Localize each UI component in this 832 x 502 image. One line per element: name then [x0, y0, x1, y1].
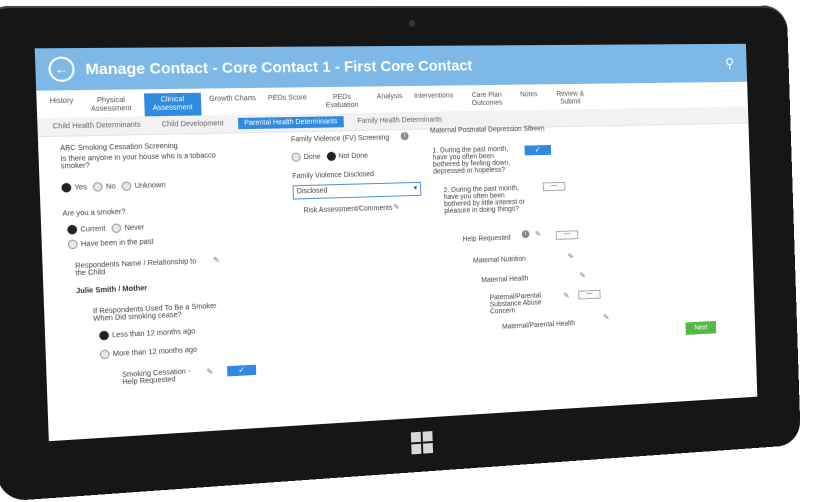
respondent-label: Respondents Name / Relationship to the C… — [75, 258, 203, 277]
fv-disclosed-label: Family Violence Disclosed — [292, 171, 374, 180]
depression-q1: 1. During the past month, have you often… — [432, 146, 519, 176]
help-requested-label: Smoking Cessation - Help Requested — [122, 368, 196, 387]
risk-label: Risk Assessment/Comments — [303, 205, 392, 215]
tab-notes[interactable]: Notes — [516, 88, 542, 110]
radio-current[interactable] — [67, 225, 77, 235]
radio-not-done[interactable] — [326, 152, 335, 161]
help-toggle-button[interactable]: — — [556, 230, 579, 240]
subtab-parental-health[interactable]: Parental Health Determinants — [238, 116, 344, 129]
q2-text: Are you a smoker? — [62, 209, 125, 218]
tab-growth-charts[interactable]: Growth Charts — [205, 92, 261, 115]
tab-review-submit[interactable]: Review & Submit — [545, 88, 596, 110]
q2-toggle-button[interactable]: — — [543, 182, 566, 191]
back-arrow-icon[interactable]: ← — [48, 56, 75, 82]
maternal-health-label: Maternal Health — [481, 275, 528, 284]
subtab-family-health[interactable]: Family Health Determinants — [351, 114, 448, 127]
fv-screening-label: Family Violence (FV) Screening — [291, 134, 390, 143]
subtab-child-development[interactable]: Child Development — [155, 118, 230, 131]
edit-pencil-icon[interactable]: ✎ — [579, 271, 586, 280]
radio-done-label: Done — [304, 153, 321, 160]
q2-option-past: Have been in the past — [68, 237, 154, 249]
radio-unknown[interactable] — [122, 181, 132, 191]
radio-no-label: No — [106, 183, 116, 191]
edit-pencil-icon[interactable]: ✎ — [603, 313, 609, 322]
help-requested-label: Help Requested — [463, 235, 511, 244]
radio-less-12[interactable] — [99, 331, 109, 341]
parental-health-label: Maternal/Parental Health — [502, 320, 575, 330]
radio-yes-label: Yes — [74, 184, 87, 192]
radio-past[interactable] — [68, 240, 78, 250]
tab-peds-score[interactable]: PEDs Score — [264, 91, 312, 114]
q1-options: Yes No Unknown — [61, 180, 165, 192]
info-icon[interactable]: i — [522, 230, 530, 238]
tab-interventions[interactable]: Interventions — [410, 89, 458, 112]
radio-not-done-label: Not Done — [338, 152, 368, 160]
tab-physical-assessment[interactable]: Physical Assessment — [82, 94, 141, 118]
subtab-child-health[interactable]: Child Health Determinants — [46, 119, 147, 132]
camera-icon — [409, 20, 416, 27]
tab-history[interactable]: History — [45, 94, 78, 118]
chevron-down-icon: ▾ — [414, 183, 418, 195]
radio-never-label: Never — [124, 224, 144, 232]
edit-pencil-icon[interactable]: ✎ — [206, 367, 213, 377]
substance-abuse-label: Paternal/Parental Substance Abuse Concer… — [490, 291, 566, 315]
q3-option-less: Less than 12 months ago — [99, 327, 195, 341]
radio-current-label: Current — [80, 225, 105, 233]
fv-disclosed-select[interactable]: Disclosed ▾ — [293, 182, 422, 200]
radio-more-12-label: More than 12 months ago — [113, 346, 198, 358]
radio-yes[interactable] — [61, 183, 71, 193]
tab-clinical-assessment[interactable]: Clinical Assessment — [144, 93, 202, 117]
respondent-value: Julie Smith / Mother — [76, 285, 147, 295]
radio-never[interactable] — [112, 223, 122, 233]
page-title: Manage Contact - Core Contact 1 - First … — [85, 55, 725, 78]
substance-toggle-button[interactable]: — — [578, 290, 601, 300]
radio-no[interactable] — [93, 182, 103, 192]
q1-check-button[interactable]: ✓ — [524, 145, 551, 155]
tab-peds-evaluation[interactable]: PEDs Evaluation — [315, 91, 370, 114]
info-icon[interactable]: i — [401, 132, 409, 140]
tab-care-plan-outcomes[interactable]: Care Plan Outcomes — [461, 89, 513, 112]
radio-unknown-label: Unknown — [135, 182, 166, 190]
radio-less-12-label: Less than 12 months ago — [112, 328, 195, 339]
radio-done[interactable] — [291, 153, 300, 162]
windows-logo-icon[interactable] — [411, 431, 433, 454]
q2-options: Current Never — [67, 223, 144, 235]
fv-options: Done Not Done — [291, 151, 368, 162]
q1-title: ABC Smoking Cessation Screening — [60, 142, 219, 153]
search-icon[interactable]: ⚲ — [725, 55, 735, 71]
tablet-device: ← Manage Contact - Core Contact 1 - Firs… — [0, 6, 801, 502]
radio-past-label: Have been in the past — [81, 238, 154, 248]
edit-pencil-icon[interactable]: ✎ — [393, 202, 400, 211]
help-check-button[interactable]: ✓ — [227, 365, 256, 377]
next-button[interactable]: Next — [685, 321, 716, 335]
edit-pencil-icon[interactable]: ✎ — [563, 291, 570, 300]
edit-pencil-icon[interactable]: ✎ — [213, 255, 220, 265]
q3-option-more: More than 12 months ago — [100, 345, 197, 359]
edit-pencil-icon[interactable]: ✎ — [528, 124, 535, 133]
q1-text: Is there anyone in your house who is a t… — [60, 152, 220, 170]
radio-more-12[interactable] — [100, 349, 110, 359]
depression-q2: 2. During the past month, have you often… — [443, 185, 530, 215]
edit-pencil-icon[interactable]: ✎ — [568, 252, 575, 261]
maternal-nutrition-label: Maternal Nutrition — [473, 256, 526, 265]
form-content: ABC Smoking Cessation Screening Is there… — [38, 124, 757, 442]
tablet-screen: ← Manage Contact - Core Contact 1 - Firs… — [35, 44, 758, 441]
q3-text: If Respondents Used To Be a Smoker When … — [93, 302, 231, 323]
edit-pencil-icon[interactable]: ✎ — [535, 230, 542, 239]
tab-analysis[interactable]: Analysis — [373, 90, 407, 113]
fv-disclosed-value: Disclosed — [297, 187, 328, 195]
